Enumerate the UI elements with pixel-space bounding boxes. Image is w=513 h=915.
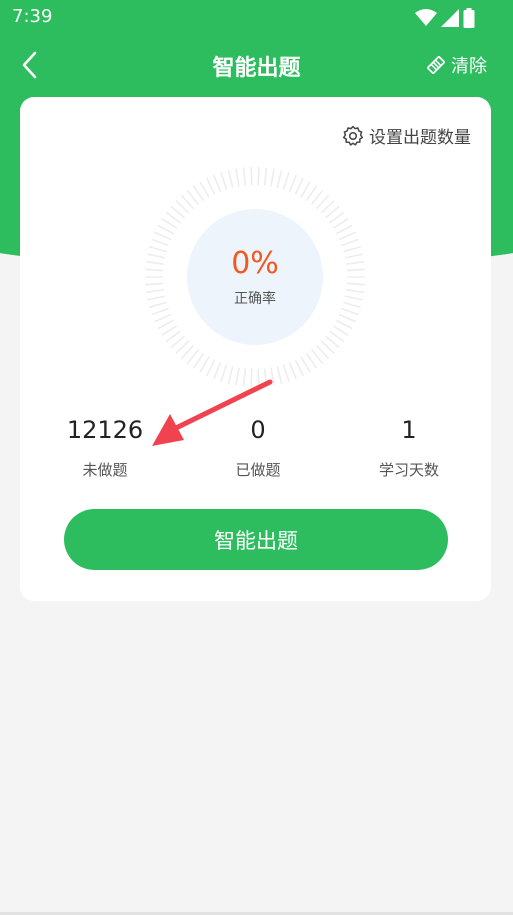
gauge-tick — [145, 289, 165, 294]
eraser-icon — [427, 56, 445, 74]
gauge-tick — [147, 253, 166, 259]
gauge-tick — [282, 172, 290, 190]
gauge-tick — [294, 177, 304, 195]
gauge-tick — [288, 174, 297, 192]
gauge-tick — [165, 330, 182, 343]
accuracy-label: 正确率 — [234, 291, 276, 307]
stat-undone-label: 未做题 — [82, 461, 128, 479]
gauge-tick — [227, 170, 234, 188]
gauge-tick — [276, 170, 283, 188]
gauge-tick — [305, 185, 318, 202]
stat-study-days-label: 学习天数 — [378, 461, 439, 479]
gauge-tick — [192, 185, 205, 202]
gauge-tick — [157, 319, 175, 330]
gauge-center: 0% 正确率 — [187, 209, 323, 345]
gauge-tick — [332, 218, 349, 229]
gauge-tick — [206, 359, 216, 377]
gauge-tick — [341, 238, 359, 247]
clear-button[interactable]: 清除 — [426, 52, 487, 78]
gauge-tick — [257, 167, 260, 186]
gauge-tick — [335, 224, 353, 235]
gauge-tick — [145, 268, 164, 272]
gauge-tick — [250, 167, 253, 186]
gauge-tick — [192, 352, 205, 369]
accuracy-value: 0% — [231, 246, 279, 281]
gauge-tick — [199, 356, 210, 373]
gauge-tick — [213, 362, 222, 380]
clear-label: 清除 — [451, 56, 487, 77]
gauge-tick — [151, 238, 169, 247]
gauge-tick — [294, 359, 304, 377]
gauge-tick — [341, 307, 359, 316]
gauge-tick — [186, 189, 199, 205]
practice-card: 设置出题数量 0% 正确率 12126 未做题 0 已做题 1 学习天数 智能出… — [20, 97, 491, 601]
gauge-tick — [346, 282, 365, 286]
gauge-tick — [343, 301, 361, 309]
accuracy-gauge: 0% 正确率 — [143, 165, 367, 389]
settings-label: 设置出题数量 — [369, 128, 471, 148]
gauge-tick — [154, 231, 172, 241]
gauge-tick — [165, 211, 182, 224]
gauge-tick — [149, 301, 167, 309]
gauge-tick — [346, 268, 365, 272]
gauge-tick — [220, 172, 228, 190]
gauge-tick — [145, 282, 164, 286]
gauge-tick — [345, 260, 365, 265]
gauge-tick — [335, 319, 353, 330]
gauge-tick — [344, 295, 363, 301]
gauge-tick — [161, 325, 178, 336]
gauge-tick — [345, 289, 365, 294]
screen: 7:39 智能出题 清除 设置出题数量 0% 正确率 12126 未做题 0 已… — [0, 0, 513, 915]
gauge-tick — [206, 177, 216, 195]
signal-icon — [441, 9, 459, 27]
gauge-tick — [145, 260, 165, 265]
gauge-tick — [328, 211, 345, 224]
gauge-tick — [242, 167, 247, 186]
title-bar: 智能出题 清除 — [0, 38, 513, 92]
status-bar: 7:39 — [0, 0, 513, 34]
stat-done-label: 已做题 — [235, 461, 281, 479]
gauge-tick — [282, 364, 290, 382]
gauge-tick — [300, 356, 311, 373]
gauge-tick — [332, 325, 349, 336]
gauge-tick — [199, 181, 210, 198]
gauge-tick — [270, 168, 275, 187]
gauge-tick — [151, 307, 169, 316]
gauge-tick — [343, 245, 361, 253]
gauge-tick — [213, 174, 222, 192]
gauge-tick — [161, 218, 178, 229]
gauge-tick — [235, 168, 240, 187]
gauge-tick — [311, 349, 324, 365]
status-time: 7:39 — [12, 6, 53, 27]
gauge-tick — [276, 366, 283, 384]
gauge-tick — [300, 181, 311, 198]
gauge-tick — [328, 330, 345, 343]
gauge-tick — [288, 362, 297, 380]
settings-question-count-button[interactable]: 设置出题数量 — [342, 123, 471, 148]
gear-icon — [342, 125, 364, 146]
gauge-tick — [344, 253, 363, 259]
gauge-tick — [338, 313, 356, 323]
gauge-tick — [338, 231, 356, 241]
gauge-tick — [186, 349, 199, 365]
gauge-tick — [149, 245, 167, 253]
stat-study-days: 1 学习天数 — [339, 415, 479, 480]
battery-icon — [463, 8, 475, 28]
status-icons — [411, 8, 475, 28]
gauge-tick — [311, 189, 324, 205]
gauge-tick — [263, 167, 268, 186]
gauge-tick — [305, 352, 318, 369]
smart-quiz-button[interactable]: 智能出题 — [64, 509, 448, 570]
stat-study-days-value: 1 — [401, 416, 417, 444]
wifi-icon — [415, 9, 437, 26]
annotation-arrow — [152, 379, 273, 446]
gauge-tick — [147, 295, 166, 301]
gauge-tick — [157, 224, 175, 235]
gauge-tick — [154, 313, 172, 323]
